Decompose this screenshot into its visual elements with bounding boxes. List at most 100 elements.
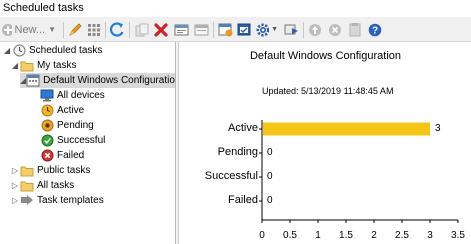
- window-title: Scheduled tasks: [3, 2, 84, 14]
- tree-item-label: Default Windows Configuration: [43, 75, 176, 86]
- stop-button[interactable]: [327, 21, 343, 38]
- expand-arrow-icon[interactable]: ◢: [2, 46, 12, 55]
- tree-item-all-devices[interactable]: All devices: [30, 88, 105, 103]
- grid-button[interactable]: [86, 21, 102, 38]
- chevron-down-icon: ▼: [271, 26, 278, 33]
- new-button-label: New...: [14, 23, 46, 36]
- collapse-arrow-icon[interactable]: ▷: [10, 181, 20, 190]
- help-button[interactable]: ?: [367, 21, 383, 38]
- template-icon: [20, 194, 34, 208]
- tree-item-task-templates[interactable]: ▷ Task templates: [10, 193, 104, 208]
- tree-item-default-windows-configuration[interactable]: ◢ Default Windows Configuration: [20, 73, 175, 88]
- category-label: Successful: [204, 170, 258, 182]
- toolbar-separator: [303, 22, 304, 38]
- export-button[interactable]: [173, 21, 189, 38]
- tree-item-scheduled-tasks[interactable]: ◢ Scheduled tasks: [2, 43, 102, 58]
- calendar-task-icon: [26, 74, 40, 88]
- x-tick-label: 0: [259, 230, 265, 241]
- tree-item-label: All devices: [57, 90, 105, 101]
- window-titlebar: Scheduled tasks: [0, 0, 471, 17]
- run-button[interactable]: [283, 21, 299, 38]
- tree-item-label: Pending: [57, 120, 94, 131]
- pane-splitter[interactable]: [176, 42, 179, 244]
- x-tick-label: 0.5: [283, 230, 297, 241]
- export-icon: [174, 24, 188, 35]
- import-button[interactable]: [193, 21, 209, 38]
- gear-icon: [256, 23, 270, 36]
- collapse-arrow-icon[interactable]: ▷: [10, 196, 20, 205]
- expand-arrow-icon[interactable]: ◢: [10, 61, 20, 70]
- tree-item-label: Successful: [57, 135, 106, 146]
- folder-icon: [20, 59, 34, 73]
- tree-item-label: Active: [57, 105, 85, 116]
- success-status-icon: [40, 134, 54, 148]
- tree-item-label: Scheduled tasks: [29, 45, 103, 56]
- edit-button[interactable]: [67, 21, 83, 38]
- category-label: Pending: [217, 146, 258, 158]
- copy-icon: [135, 23, 149, 36]
- tree-item-active[interactable]: Active: [30, 103, 84, 118]
- plus-circle-icon: [2, 23, 12, 36]
- tree-item-label: Task templates: [37, 195, 104, 206]
- toolbar: New... ▼ ▼ ?: [0, 17, 471, 42]
- category-label: Failed: [228, 194, 258, 206]
- refresh-icon: [110, 21, 124, 37]
- data-label: 0: [267, 147, 273, 158]
- tree-item-successful[interactable]: Successful: [30, 133, 105, 148]
- refresh-button[interactable]: [109, 21, 125, 38]
- toolbar-separator: [63, 22, 64, 38]
- calendar-button[interactable]: [236, 21, 252, 38]
- monitor-icon: [40, 89, 54, 103]
- data-label: 3: [435, 123, 441, 134]
- clipboard-button[interactable]: [347, 21, 363, 38]
- tree-item-pending[interactable]: Pending: [30, 118, 94, 133]
- svg-text:?: ?: [372, 25, 378, 36]
- pencil-icon: [68, 23, 82, 36]
- bar-chart: [259, 120, 459, 223]
- delete-icon: [154, 22, 168, 37]
- data-label: 0: [267, 195, 273, 206]
- tree-item-all-tasks[interactable]: ▷ All tasks: [10, 178, 74, 193]
- tree-item-label: My tasks: [37, 60, 77, 71]
- x-tick-label: 3.5: [451, 230, 465, 241]
- tree-item-label: Public tasks: [37, 165, 91, 176]
- stop-icon: [329, 23, 341, 36]
- import-icon: [194, 24, 208, 35]
- folder-icon: [20, 164, 34, 178]
- calendar-icon: [237, 23, 250, 36]
- properties-icon: [218, 23, 232, 37]
- chart-title: Default Windows Configuration: [249, 50, 402, 62]
- task-tree: ◢ Scheduled tasks ◢ My tasks ◢ Default W…: [0, 42, 176, 244]
- grid-icon: [88, 23, 100, 36]
- category-label: Active: [228, 122, 258, 134]
- run-icon: [284, 24, 298, 35]
- active-status-icon: [40, 104, 54, 118]
- up-button[interactable]: [307, 21, 323, 38]
- tree-item-my-tasks[interactable]: ◢ My tasks: [10, 58, 76, 73]
- toolbar-separator: [213, 22, 214, 38]
- up-icon: [309, 23, 321, 36]
- chevron-down-icon: ▼: [48, 25, 56, 34]
- delete-button[interactable]: [153, 21, 169, 38]
- bar-active: [263, 122, 430, 136]
- tree-item-failed[interactable]: Failed: [30, 148, 84, 163]
- clipboard-icon: [349, 23, 361, 37]
- x-tick-label: 3: [427, 230, 433, 241]
- clock-icon: [12, 44, 26, 58]
- collapse-arrow-icon[interactable]: ▷: [10, 166, 20, 175]
- new-button[interactable]: New... ▼: [1, 21, 56, 38]
- toolbar-separator: [105, 22, 106, 38]
- updated-timestamp: Updated: 5/13/2019 11:48:45 AM: [262, 86, 394, 96]
- help-icon: ?: [368, 23, 382, 36]
- tree-item-label: Failed: [57, 150, 85, 161]
- folder-icon: [20, 179, 34, 193]
- x-tick-label: 1.5: [339, 230, 353, 241]
- tree-item-label: All tasks: [37, 180, 75, 191]
- x-tick-label: 2.5: [395, 230, 409, 241]
- x-tick-label: 1: [315, 230, 321, 241]
- settings-button[interactable]: ▼: [256, 21, 278, 38]
- tree-item-public-tasks[interactable]: ▷ Public tasks: [10, 163, 90, 178]
- copy-button[interactable]: [134, 21, 150, 38]
- pending-status-icon: [40, 119, 54, 133]
- properties-button[interactable]: [217, 21, 233, 38]
